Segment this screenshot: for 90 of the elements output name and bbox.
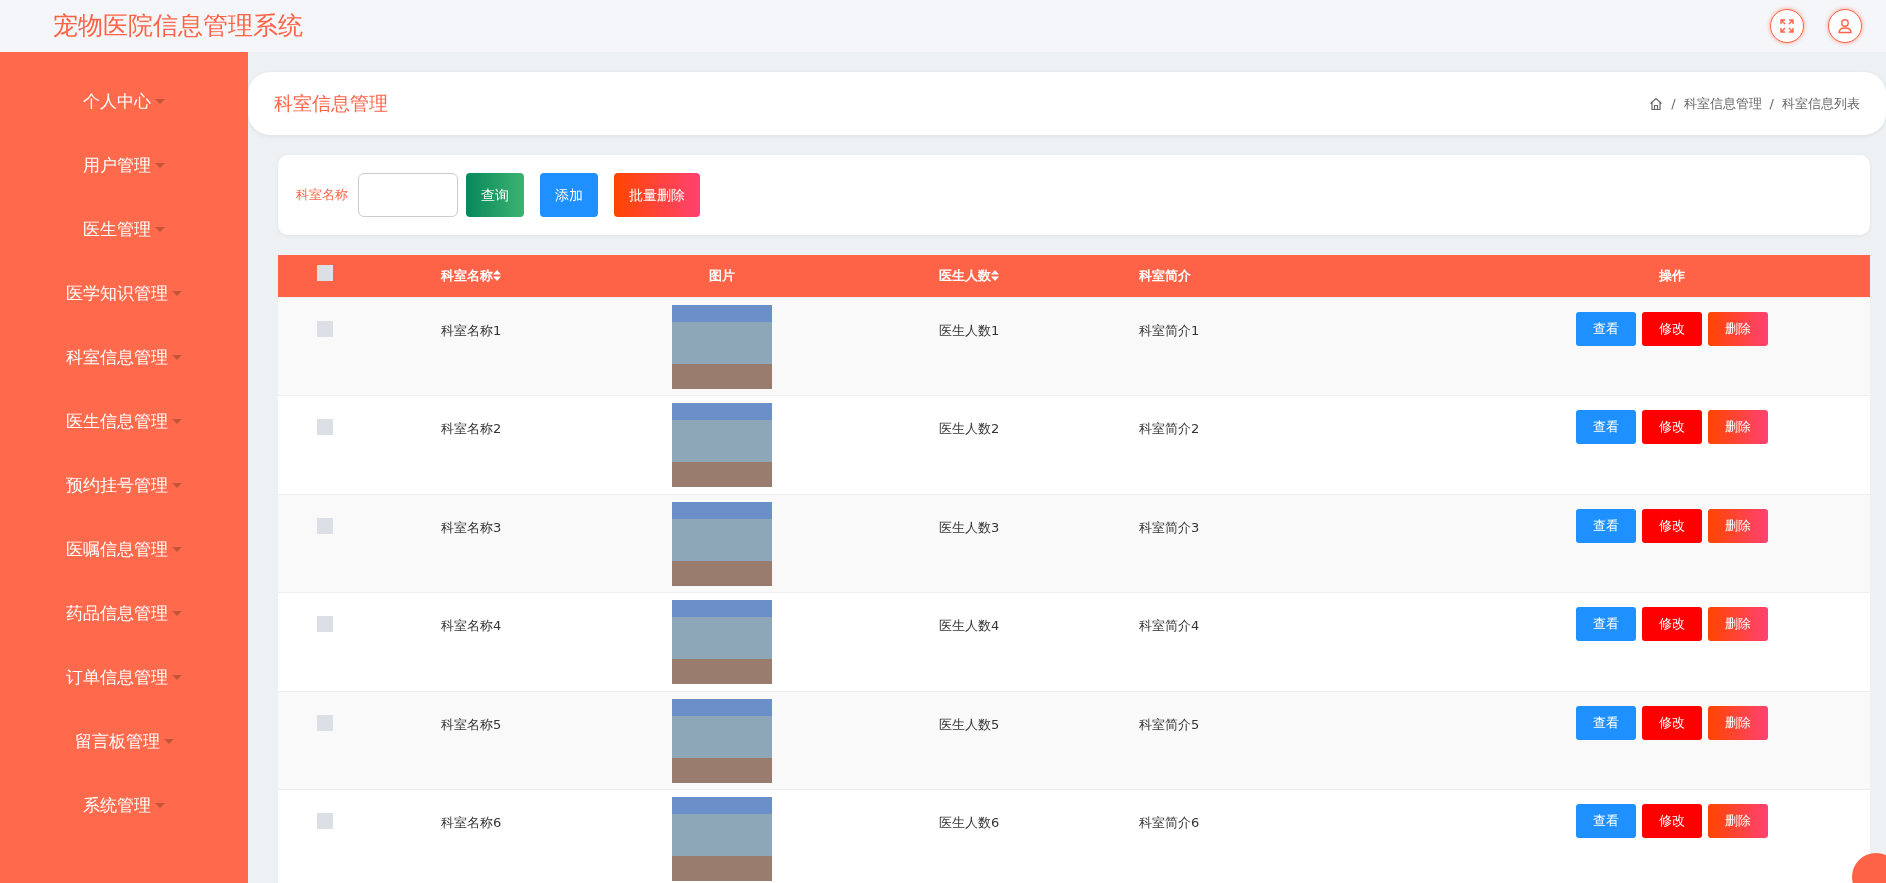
edit-button[interactable]: 修改	[1642, 410, 1702, 444]
table-cell-text: 医生人数5	[939, 715, 1000, 734]
table-cell-text: 科室名称6	[441, 814, 502, 832]
view-button[interactable]: 查看	[1576, 804, 1636, 838]
delete-button[interactable]: 删除	[1708, 804, 1768, 838]
delete-button[interactable]: 删除	[1708, 311, 1768, 346]
table-cell-text: 科室名称1	[441, 321, 502, 340]
row-checkbox[interactable]	[317, 813, 333, 829]
row-checkbox[interactable]	[317, 419, 333, 435]
breadcrumb-separator: /	[1671, 94, 1676, 113]
view-button[interactable]: 查看	[1576, 508, 1636, 543]
view-button[interactable]: 查看	[1576, 705, 1636, 740]
table-cell-text: 科室名称2	[441, 420, 502, 438]
edit-button[interactable]: 修改	[1642, 705, 1702, 740]
caret-icon	[172, 291, 182, 297]
caret-icon	[172, 547, 182, 553]
breadcrumb-separator: /	[1769, 94, 1774, 113]
table-cell-text: 医生人数1	[939, 321, 1000, 340]
column-header: 图片	[708, 267, 735, 285]
caret-icon	[172, 483, 182, 489]
app-title: 宠物医院信息管理系统	[53, 10, 303, 43]
table-cell-text: 科室简介2	[1139, 420, 1200, 438]
edit-button[interactable]: 修改	[1642, 804, 1702, 838]
user-icon	[1837, 18, 1853, 34]
caret-icon	[155, 803, 165, 809]
table-cell-text: 科室简介6	[1139, 814, 1200, 832]
sidebar-item[interactable]: 医嘱信息管理	[0, 518, 248, 582]
caret-icon	[172, 675, 182, 681]
fullscreen-icon	[1779, 18, 1795, 34]
table-cell-text: 科室简介1	[1139, 321, 1200, 340]
edit-button[interactable]: 修改	[1642, 311, 1702, 346]
edit-button[interactable]: 修改	[1642, 607, 1702, 641]
edit-button[interactable]: 修改	[1642, 508, 1702, 543]
sidebar-item[interactable]: 用户管理	[0, 134, 248, 198]
table-cell-text: 科室名称4	[441, 617, 502, 635]
search-field[interactable]	[358, 173, 458, 217]
select-all-checkbox[interactable]	[317, 265, 333, 281]
search-label: 科室名称	[296, 186, 348, 205]
caret-icon	[155, 227, 165, 233]
sidebar-item[interactable]: 预约挂号管理	[0, 454, 248, 518]
breadcrumb-link[interactable]: 科室信息管理	[1683, 93, 1762, 114]
table-cell-text: 医生人数3	[939, 518, 1000, 537]
fullscreen-button[interactable]	[1770, 9, 1804, 43]
sidebar-item[interactable]: 个人中心	[0, 70, 248, 134]
sidebar-item[interactable]: 药品信息管理	[0, 582, 248, 646]
table-cell-text: 医生人数6	[939, 814, 1000, 832]
caret-icon	[155, 163, 165, 169]
sort-icon[interactable]	[493, 270, 501, 282]
home-icon[interactable]	[1649, 96, 1664, 111]
caret-icon	[155, 99, 165, 105]
sidebar-item[interactable]: 订单信息管理	[0, 646, 248, 710]
row-checkbox[interactable]	[317, 320, 333, 337]
table-cell-text: 科室简介4	[1139, 617, 1200, 635]
delete-button[interactable]: 删除	[1708, 607, 1768, 641]
table-cell-text: 科室简介3	[1139, 518, 1200, 537]
delete-button[interactable]: 删除	[1708, 705, 1768, 740]
page-title: 科室信息管理	[274, 91, 388, 117]
search-button[interactable]: 查询	[466, 173, 524, 217]
view-button[interactable]: 查看	[1576, 607, 1636, 641]
sidebar-item[interactable]: 科室信息管理	[0, 326, 248, 390]
caret-icon	[172, 355, 182, 361]
column-header[interactable]: 医生人数	[939, 266, 991, 286]
breadcrumb-current: 科室信息列表	[1782, 94, 1860, 113]
row-checkbox[interactable]	[317, 517, 333, 534]
column-header: 操作	[1658, 267, 1685, 285]
caret-icon	[172, 611, 182, 617]
row-checkbox[interactable]	[317, 714, 333, 731]
table-cell-text: 医生人数2	[939, 420, 1000, 438]
sort-icon[interactable]	[991, 270, 999, 282]
add-button[interactable]: 添加	[540, 173, 598, 217]
sidebar-item[interactable]: 医生管理	[0, 198, 248, 262]
caret-icon	[172, 419, 182, 425]
sidebar-item[interactable]: 医生信息管理	[0, 390, 248, 454]
delete-button[interactable]: 删除	[1708, 410, 1768, 444]
column-header: 科室简介	[1139, 267, 1191, 285]
sidebar-item[interactable]: 系统管理	[0, 774, 248, 838]
delete-button[interactable]: 删除	[1708, 508, 1768, 543]
user-button[interactable]	[1828, 9, 1862, 43]
view-button[interactable]: 查看	[1576, 311, 1636, 346]
batch-delete-button[interactable]: 批量删除	[614, 173, 700, 217]
sidebar-item[interactable]: 医学知识管理	[0, 262, 248, 326]
row-checkbox[interactable]	[317, 616, 333, 632]
column-header[interactable]: 科室名称	[441, 266, 493, 286]
table-cell-text: 医生人数4	[939, 617, 1000, 635]
table-cell-text: 科室名称3	[441, 518, 502, 537]
table-cell-text: 科室名称5	[441, 715, 502, 734]
caret-icon	[163, 739, 174, 745]
sidebar-item[interactable]: 留言板管理	[0, 710, 248, 774]
view-button[interactable]: 查看	[1576, 410, 1636, 444]
table-cell-text: 科室简介5	[1139, 715, 1200, 734]
